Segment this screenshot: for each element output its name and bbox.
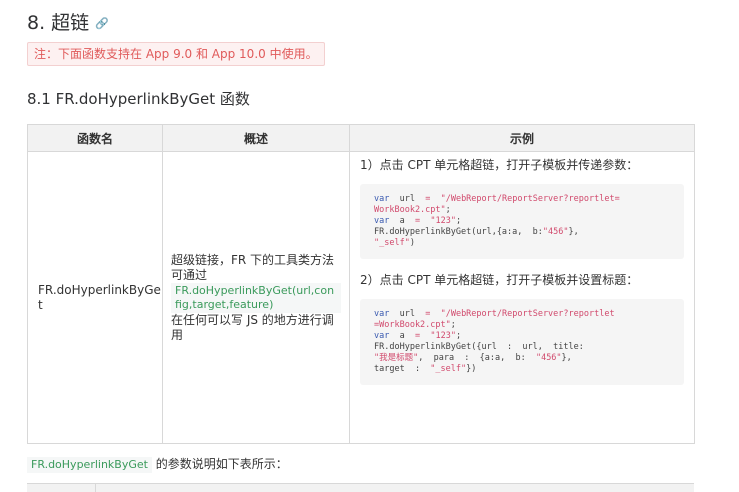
section-title: 8. 超链: [27, 12, 90, 34]
header-summary: 概述: [162, 124, 350, 152]
version-note: 注：下面函数支持在 App 9.0 和 App 10.0 中使用。: [27, 42, 325, 66]
header-function-name: 函数名: [27, 124, 163, 152]
example-cell: 1）点击 CPT 单元格超链，打开子模板并传递参数： var url = "/W…: [349, 151, 695, 444]
example1-code-block: var url = "/WebReport/ReportServer?repor…: [360, 184, 684, 259]
function-name: FR.doHyperlinkByGet: [38, 282, 161, 312]
table-header-row: 函数名 概述 示例: [27, 124, 695, 152]
function-table: 函数名 概述 示例 FR.doHyperlinkByGet 超级链接，FR 下的…: [27, 124, 695, 444]
table-row: FR.doHyperlinkByGet 超级链接，FR 下的工具类方法 可通过 …: [27, 151, 695, 444]
summary-cell: 超级链接，FR 下的工具类方法 可通过 FR.doHyperlinkByGet(…: [162, 151, 350, 444]
example2-code-block: var url = "/WebReport/ReportServer?repor…: [360, 299, 684, 385]
function-name-cell: FR.doHyperlinkByGet: [27, 151, 163, 444]
summary-line-1: 超级链接，FR 下的工具类方法: [171, 252, 335, 267]
params-note: FR.doHyperlinkByGet 的参数说明如下表所示：: [27, 455, 288, 473]
summary-line-2: 可通过: [171, 267, 208, 282]
header-example: 示例: [349, 124, 695, 152]
params-note-code: FR.doHyperlinkByGet: [27, 457, 152, 473]
summary-code: FR.doHyperlinkByGet(url,config,target,fe…: [171, 282, 341, 313]
section-heading: 8. 超链 🔗: [27, 8, 109, 35]
params-note-text: 的参数说明如下表所示：: [151, 457, 288, 471]
params-table-header: [27, 483, 694, 492]
example2-title: 2）点击 CPT 单元格超链，打开子模板并设置标题：: [360, 273, 639, 287]
params-table-divider: [95, 484, 96, 492]
anchor-link-icon[interactable]: 🔗: [95, 17, 109, 30]
example1-title: 1）点击 CPT 单元格超链，打开子模板并传递参数：: [360, 158, 639, 172]
subsection-title: 8.1 FR.doHyperlinkByGet 函数: [27, 90, 250, 108]
summary-line-3: 在任何可以写 JS 的地方进行调用: [171, 312, 334, 342]
